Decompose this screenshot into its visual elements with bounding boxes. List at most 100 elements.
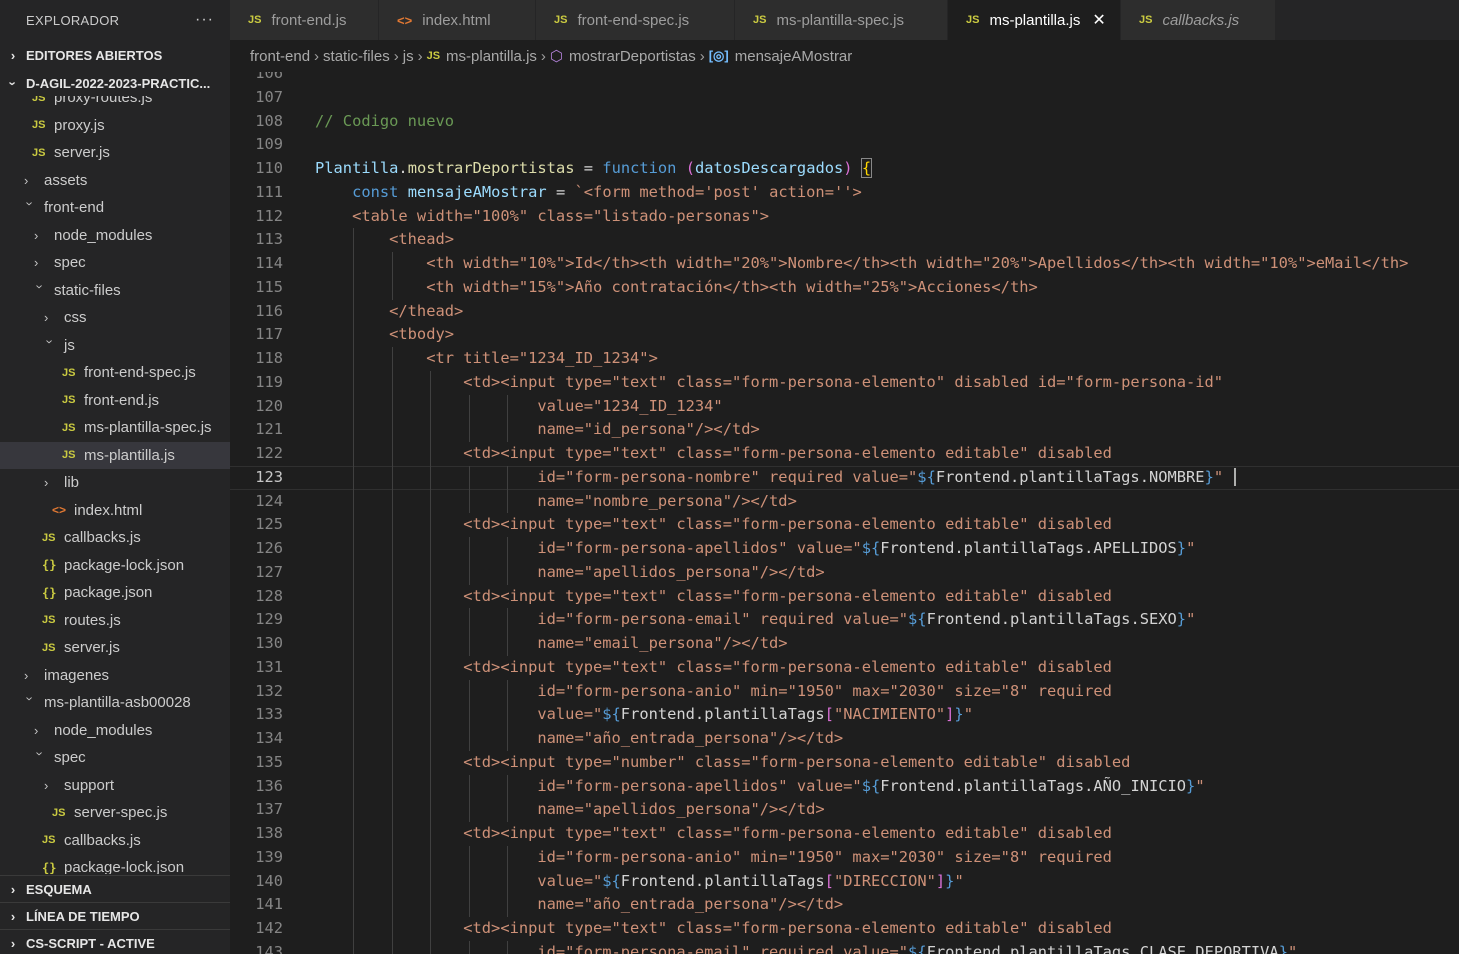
tree-item[interactable]: › spec — [0, 744, 230, 772]
tab-index-html[interactable]: <> index.html — [379, 0, 536, 40]
chevron-right-icon: › — [540, 47, 546, 65]
tree-item[interactable]: {} package.json — [0, 579, 230, 607]
code-text: <td><input type="number" class="form-per… — [315, 752, 1131, 771]
tree-item[interactable]: JS proxy-routes.js — [0, 96, 230, 112]
code-line[interactable]: 136 id="form-persona-apellidos" value="$… — [230, 774, 1459, 799]
code-line[interactable]: 130 name="email_persona"/></td> — [230, 632, 1459, 656]
code-line[interactable]: 139 id="form-persona-anio" min="1950" ma… — [230, 845, 1459, 870]
code-line[interactable]: 117 <tbody> — [230, 323, 1459, 347]
tree-item[interactable]: JS callbacks.js — [0, 524, 230, 552]
tree-item[interactable]: {} package-lock.json — [0, 854, 230, 874]
tree-item[interactable]: › node_modules — [0, 717, 230, 745]
code-line[interactable]: 121 name="id_persona"/></td> — [230, 418, 1459, 442]
breadcrumb-item[interactable]: mensajeAMostrar — [735, 48, 853, 65]
project-section[interactable]: › D-AGIL-2022-2023-PRACTIC... — [0, 70, 230, 96]
code-line[interactable]: 135 <td><input type="number" class="form… — [230, 750, 1459, 775]
code-line[interactable]: 142 <td><input type="text" class="form-p… — [230, 917, 1459, 941]
timeline-section[interactable]: › LÍNEA DE TIEMPO — [0, 902, 230, 929]
cs-script-section[interactable]: › CS-SCRIPT - ACTIVE — [0, 929, 230, 954]
code-line[interactable]: 133 value="${Frontend.plantillaTags["NAC… — [230, 703, 1459, 727]
line-number: 141 — [255, 895, 283, 914]
tree-item[interactable]: › support — [0, 772, 230, 800]
tree-item[interactable]: › css — [0, 304, 230, 332]
chevron-right-icon: › — [699, 47, 705, 65]
code-line[interactable]: 123 id="form-persona-nombre" required va… — [230, 465, 1459, 490]
tree-item[interactable]: › imagenes — [0, 662, 230, 690]
tab-front-end-js[interactable]: JS front-end.js — [230, 0, 379, 40]
code-line[interactable]: 118 <tr title="1234_ID_1234"> — [230, 347, 1459, 371]
code-line[interactable]: 143 id="form-persona-email" required val… — [230, 940, 1459, 954]
line-number: 115 — [255, 277, 283, 296]
code-line[interactable]: 124 name="nombre_persona"/></td> — [230, 489, 1459, 514]
tree-item[interactable]: JS server.js — [0, 634, 230, 662]
more-actions-icon[interactable]: ··· — [195, 11, 214, 29]
tree-item[interactable]: JS ms-plantilla.js — [0, 441, 230, 469]
tab-front-end-spec-js[interactable]: JS front-end-spec.js — [536, 0, 735, 40]
code-line[interactable]: 113 <thead> — [230, 228, 1459, 252]
code-line[interactable]: 129 id="form-persona-email" required val… — [230, 608, 1459, 632]
tree-item[interactable]: › assets — [0, 167, 230, 195]
tree-item-label: node_modules — [54, 226, 153, 244]
tree-item[interactable]: › lib — [0, 469, 230, 497]
code-line[interactable]: 107 — [230, 86, 1459, 110]
code-line[interactable]: 131 <td><input type="text" class="form-p… — [230, 655, 1459, 680]
tree-item[interactable]: {} package-lock.json — [0, 552, 230, 580]
line-number: 119 — [255, 372, 283, 391]
code-line[interactable]: 120 value="1234_ID_1234" — [230, 394, 1459, 419]
tab-ms-plantilla-spec-js[interactable]: JS ms-plantilla-spec.js — [735, 0, 948, 40]
tree-item-label: index.html — [74, 501, 143, 519]
code-line[interactable]: 132 id="form-persona-anio" min="1950" ma… — [230, 679, 1459, 704]
breadcrumb-item[interactable]: js — [403, 48, 414, 65]
tree-item[interactable]: › node_modules — [0, 222, 230, 250]
tree-item[interactable]: JS routes.js — [0, 607, 230, 635]
tree-item[interactable]: JS front-end.js — [0, 387, 230, 415]
line-number: 125 — [255, 515, 283, 534]
code-line[interactable]: 112 <table width="100%" class="listado-p… — [230, 205, 1459, 229]
code-line[interactable]: 116 </thead> — [230, 299, 1459, 324]
tab-callbacks-js[interactable]: JS callbacks.js — [1121, 0, 1276, 40]
code-editor[interactable]: 106 107 108 // Codigo nuevo 109 110 Plantilla.… — [230, 72, 1459, 954]
code-line[interactable]: 137 name="apellidos_persona"/></td> — [230, 798, 1459, 822]
tree-item[interactable]: › spec — [0, 249, 230, 277]
code-line[interactable]: 134 name="año_entrada_persona"/></td> — [230, 727, 1459, 751]
code-line[interactable]: 106 — [230, 72, 1459, 86]
code-line[interactable]: 115 <th width="15%">Año contratación</th… — [230, 275, 1459, 300]
code-line[interactable]: 138 <td><input type="text" class="form-p… — [230, 822, 1459, 846]
code-line[interactable]: 119 <td><input type="text" class="form-p… — [230, 370, 1459, 395]
code-line[interactable]: 126 id="form-persona-apellidos" value="$… — [230, 537, 1459, 561]
code-line[interactable]: 127 name="apellidos_persona"/></td> — [230, 560, 1459, 585]
js-file-icon: JS — [966, 14, 980, 26]
tree-item[interactable]: JS server.js — [0, 139, 230, 167]
code-line[interactable]: 111 const mensajeAMostrar = `<form metho… — [230, 181, 1459, 205]
code-text: const mensajeAMostrar = `<form method='p… — [352, 182, 862, 201]
tree-item[interactable]: JS proxy.js — [0, 112, 230, 140]
tree-item[interactable]: <> index.html — [0, 497, 230, 525]
code-line[interactable]: 110 Plantilla.mostrarDeportistas = functi… — [230, 157, 1459, 181]
code-line[interactable]: 114 <th width="10%">Id</th><th width="20… — [230, 252, 1459, 276]
code-line[interactable]: 128 <td><input type="text" class="form-p… — [230, 584, 1459, 609]
tab-ms-plantilla-js[interactable]: JS ms-plantilla.js ✕ — [948, 0, 1121, 40]
open-editors-section[interactable]: › EDITORES ABIERTOS — [0, 42, 230, 68]
breadcrumb-item[interactable]: ms-plantilla.js — [446, 48, 537, 65]
tree-item[interactable]: JS server-spec.js — [0, 799, 230, 827]
tree-item[interactable]: › js — [0, 332, 230, 360]
code-line[interactable]: 108 // Codigo nuevo — [230, 110, 1459, 134]
outline-section[interactable]: › ESQUEMA — [0, 875, 230, 902]
code-line[interactable]: 122 <td><input type="text" class="form-p… — [230, 442, 1459, 466]
line-number: 133 — [255, 705, 283, 724]
code-text: <th width="15%">Año contratación</th><th… — [315, 277, 1038, 296]
code-line[interactable]: 109 — [230, 133, 1459, 157]
tree-item[interactable]: › static-files — [0, 277, 230, 305]
breadcrumb-item[interactable]: mostrarDeportistas — [569, 48, 696, 65]
close-icon[interactable]: ✕ — [1092, 10, 1105, 30]
code-line[interactable]: 125 <td><input type="text" class="form-p… — [230, 513, 1459, 537]
tree-item[interactable]: JS callbacks.js — [0, 827, 230, 855]
breadcrumb-item[interactable]: front-end — [250, 48, 310, 65]
tree-item[interactable]: JS ms-plantilla-spec.js — [0, 414, 230, 442]
code-line[interactable]: 140 value="${Frontend.plantillaTags["DIR… — [230, 869, 1459, 894]
breadcrumb-item[interactable]: static-files — [323, 48, 390, 65]
tree-item[interactable]: › front-end — [0, 194, 230, 222]
code-line[interactable]: 141 name="año_entrada_persona"/></td> — [230, 893, 1459, 917]
tree-item[interactable]: › ms-plantilla-asb00028 — [0, 689, 230, 717]
tree-item[interactable]: JS front-end-spec.js — [0, 359, 230, 387]
